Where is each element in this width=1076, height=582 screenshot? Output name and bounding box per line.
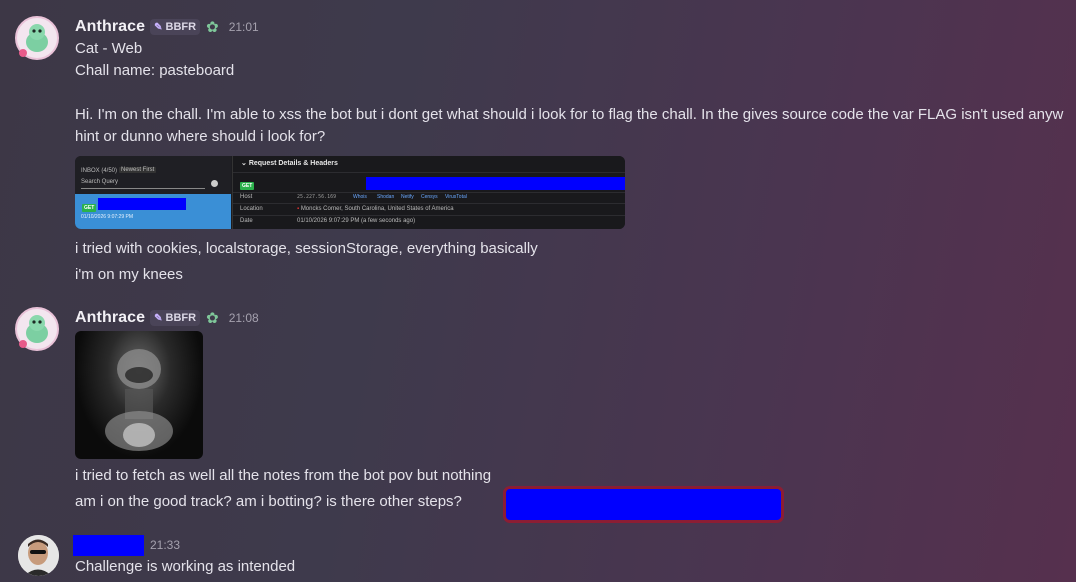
message-header: 21:33 — [73, 534, 180, 556]
username-redacted[interactable] — [73, 534, 144, 556]
user-avatar[interactable] — [18, 535, 59, 576]
message-group-3: 21:33 Challenge is working as intended — [0, 0, 1076, 582]
message-text: Challenge is working as intended — [75, 558, 296, 575]
timestamp[interactable]: 21:33 — [150, 538, 180, 552]
